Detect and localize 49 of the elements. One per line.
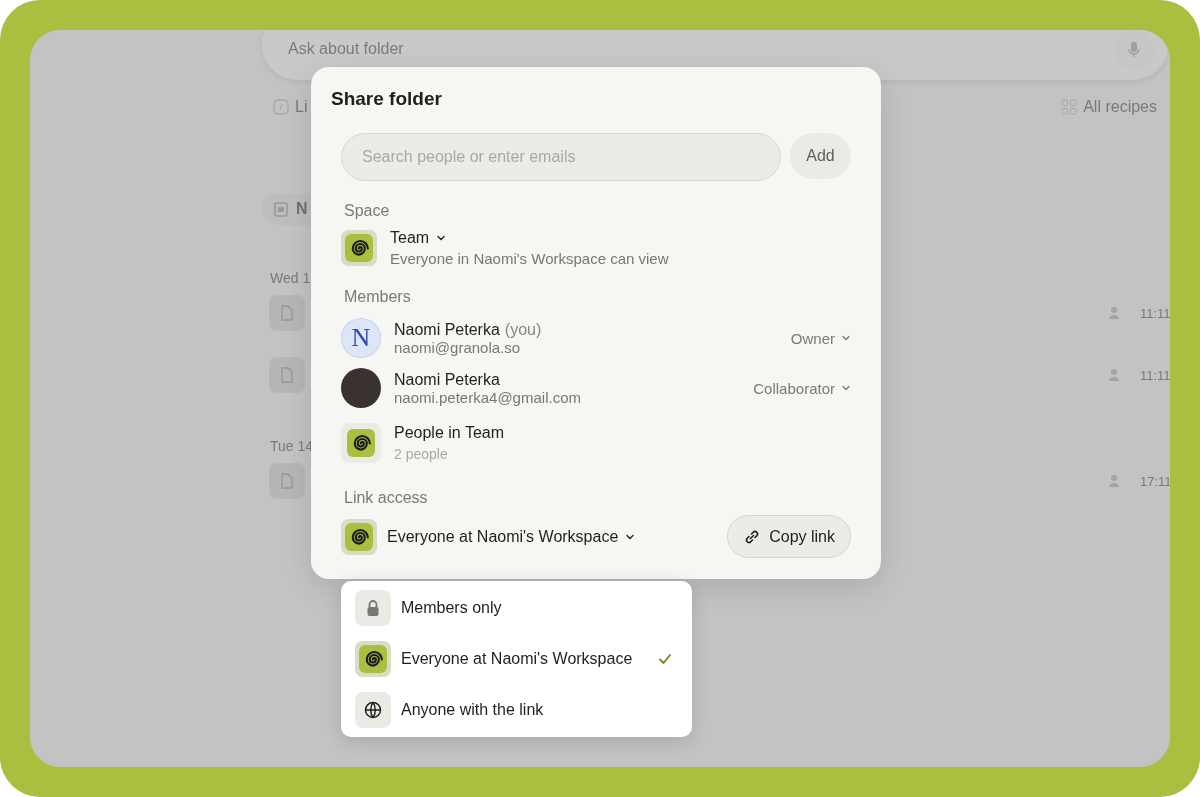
group-name: People in Team bbox=[394, 424, 504, 442]
caret-icon bbox=[436, 233, 447, 243]
note-time: 11:11 bbox=[1140, 367, 1168, 383]
workspace-spiral-icon bbox=[355, 641, 391, 677]
note-time: 11:11 bbox=[1140, 305, 1168, 321]
member-note: (you) bbox=[504, 320, 542, 339]
workspace-spiral-icon bbox=[341, 518, 377, 555]
note-time: 17:11 bbox=[1140, 473, 1168, 489]
checkbox-icon bbox=[273, 99, 289, 115]
add-button[interactable]: Add bbox=[790, 133, 851, 179]
copy-link-button[interactable]: Copy link bbox=[727, 515, 851, 558]
date-heading: Wed 1 bbox=[270, 270, 311, 288]
avatar-initial: N bbox=[341, 318, 381, 358]
link-access-dropdown[interactable]: Everyone at Naomi's Workspace bbox=[387, 527, 636, 546]
dialog-title: Share folder bbox=[331, 87, 443, 111]
member-email: naomi.peterka4@gmail.com bbox=[394, 388, 581, 406]
member-count: 2 people bbox=[394, 446, 448, 462]
role-dropdown[interactable]: Owner bbox=[790, 329, 851, 347]
search-field[interactable]: Search people or enter emails bbox=[341, 133, 781, 181]
globe-icon bbox=[355, 692, 391, 728]
member-email: naomi@granola.so bbox=[394, 338, 521, 356]
section-label: Link access bbox=[344, 488, 429, 508]
role-dropdown[interactable]: Collaborator bbox=[753, 379, 851, 397]
member-name: Naomi Peterka bbox=[394, 320, 500, 339]
menu-item[interactable]: Members only bbox=[355, 590, 678, 626]
date-heading: Tue 14 bbox=[270, 438, 314, 456]
person-icon bbox=[1108, 306, 1120, 320]
menu-item[interactable]: Everyone at Naomi's Workspace bbox=[355, 641, 678, 677]
space-dropdown[interactable]: Team bbox=[390, 229, 447, 247]
caret-icon bbox=[841, 383, 851, 393]
caret-icon bbox=[841, 333, 851, 343]
section-label: Space bbox=[344, 201, 391, 221]
section-label: Members bbox=[344, 287, 412, 307]
file-icon bbox=[269, 463, 305, 499]
person-icon bbox=[1108, 474, 1120, 488]
lock-icon bbox=[355, 590, 391, 626]
file-icon bbox=[269, 295, 305, 331]
ask-field[interactable]: Ask about folder bbox=[286, 30, 1114, 70]
avatar-photo-placeholder bbox=[341, 368, 381, 408]
calendar-icon bbox=[274, 201, 288, 217]
person-icon bbox=[1108, 368, 1120, 382]
member-name: Naomi Peterka bbox=[394, 370, 500, 389]
workspace-spiral-icon bbox=[341, 423, 381, 463]
check-icon bbox=[658, 653, 673, 665]
menu-item[interactable]: Anyone with the link bbox=[355, 692, 678, 728]
workspace-spiral-icon bbox=[341, 230, 377, 266]
grid-icon bbox=[1061, 99, 1078, 115]
file-icon bbox=[269, 357, 305, 393]
space-description: Everyone in Naomi's Workspace can view bbox=[390, 250, 669, 267]
